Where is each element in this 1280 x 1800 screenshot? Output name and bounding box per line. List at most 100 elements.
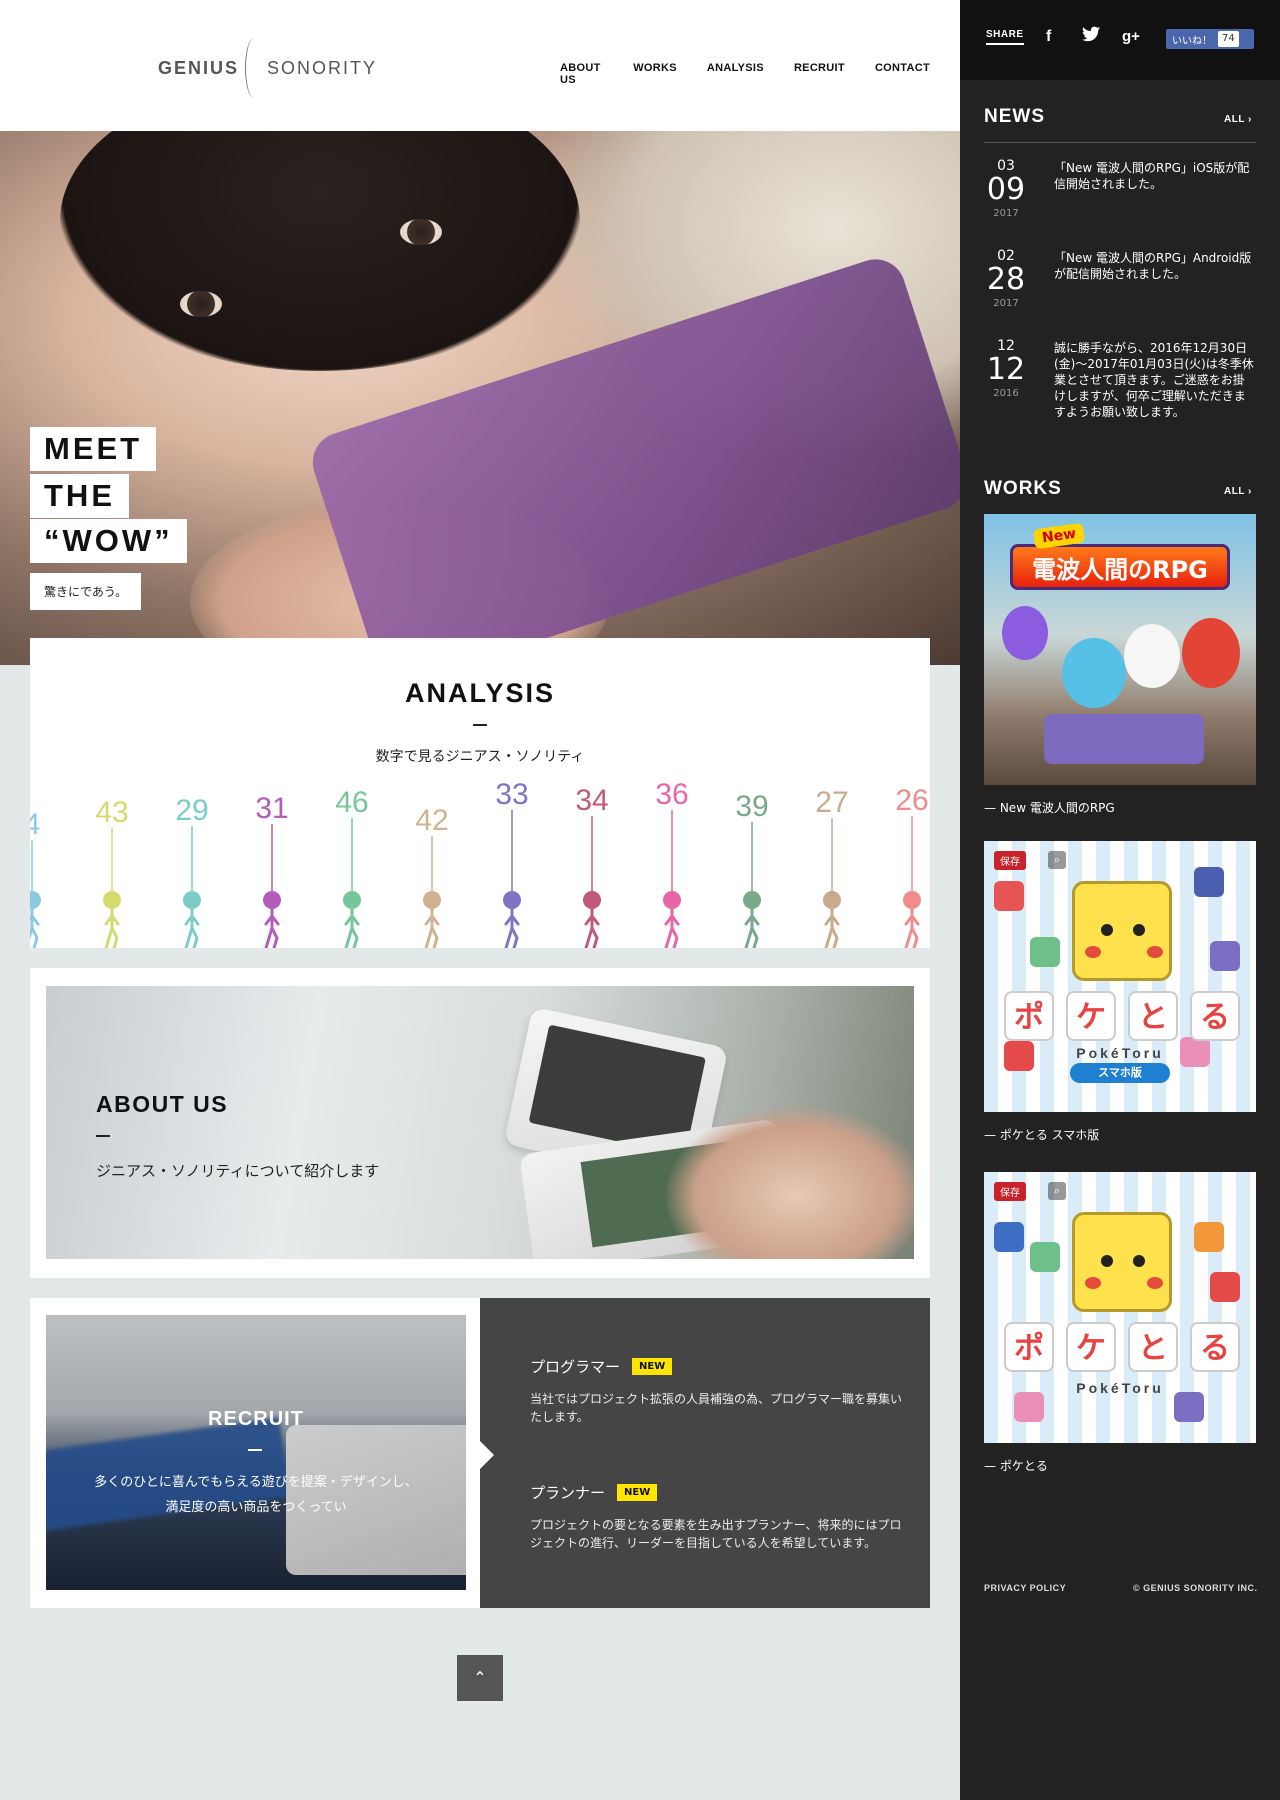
recruit-jobs-panel: プログラマー NEW 当社ではプロジェクト拡張の人員補強の為、プログラマー職を募集… [480,1298,930,1608]
work-item-denpa-rpg[interactable]: 電波人間のRPG New — New 電波人間のRPG [984,514,1256,816]
lens-icon[interactable]: ⌕ [1048,851,1066,869]
figure-body [424,907,440,948]
figure-head [263,891,281,909]
news-date: 03 09 2017 [984,158,1028,219]
news-day: 12 [986,352,1026,387]
new-badge: NEW [617,1484,658,1501]
facebook-like-button[interactable]: いいね！ 74 [1166,29,1254,49]
analysis-figure: 39 [735,790,769,948]
figure-body [664,907,680,948]
logo-kana: ケ [1066,1322,1116,1372]
analysis-figure: 46 [335,786,369,948]
work-item-poketoru[interactable]: ポ ケ と る PokéToru 保存 ⌕ — ポケとる [984,1172,1256,1474]
analysis-dash [473,724,487,726]
figure-value: 46 [335,786,368,819]
figure-value: 39 [735,790,768,823]
analysis-section[interactable]: ANALYSIS 数字で見るジニアス・ソノリティ 4 43 29 31 46 42 33 34… [30,638,930,948]
nav-recruit[interactable]: RECRUIT [794,62,845,86]
news-year: 2017 [993,208,1019,219]
work-thumbnail: 電波人間のRPG New [984,514,1256,785]
twitter-icon[interactable] [1082,26,1100,47]
work-item-poketoru-sumaho[interactable]: ポ ケ と る PokéToru スマホ版 保存 ⌕ — ポケとる スマホ版 [984,841,1256,1143]
hero-tag-line-2: THE [30,474,129,518]
recruit-title: RECRUIT [208,1408,304,1430]
figure-body [344,907,360,948]
lens-icon[interactable]: ⌕ [1048,1182,1066,1200]
work-caption: New 電波人間のRPG [999,801,1115,815]
job-listing-planner[interactable]: プランナー NEW プロジェクトの要となる要素を生み出すプランナー、将来的にはプロ… [530,1482,910,1552]
figure-value: 33 [495,778,528,811]
about-section[interactable]: ABOUT US ジニアス・ソノリティについて紹介します [30,968,930,1278]
analysis-figure: 4 [30,808,41,948]
logo-kana: と [1128,991,1178,1041]
news-day: 28 [986,262,1026,297]
work-thumbnail: ポ ケ と る PokéToru スマホ版 保存 ⌕ [984,841,1256,1112]
logo-word-genius: GENIUS [158,57,240,78]
figure-head [743,891,761,909]
figure-head [823,891,841,909]
copyright: © GENIUS SONORITY INC. [1133,1583,1258,1593]
figure-head [423,891,441,909]
job-title: プランナー [530,1484,606,1502]
analysis-figure: 42 [415,804,449,948]
hero-hair-shape [60,131,580,371]
main-nav: ABOUT US WORKS ANALYSIS RECRUIT CONTACT [560,62,960,86]
nav-works[interactable]: WORKS [633,62,677,86]
works-all-link[interactable]: ALL › [1224,486,1252,497]
privacy-policy-link[interactable]: PRIVACY POLICY [984,1583,1066,1593]
recruit-dash [248,1449,262,1451]
about-title: ABOUT US [96,1091,229,1117]
back-to-top-button[interactable]: ⌃ [457,1655,503,1701]
logo-kana: る [1190,1322,1240,1372]
figure-head [663,891,681,909]
nav-about-us[interactable]: ABOUT US [560,62,603,86]
nav-contact[interactable]: CONTACT [875,62,930,86]
recruit-photo[interactable] [46,1315,466,1590]
analysis-figure: 26 [895,784,929,948]
figure-body [184,907,200,948]
works-all-label: ALL [1224,486,1245,497]
figure-body [744,907,760,948]
logo-arc [245,38,263,98]
poketoru-brand: PokéToru [1076,1045,1164,1061]
figure-value: 29 [175,794,208,827]
pinterest-save-button[interactable]: 保存 [994,851,1026,870]
news-year: 2017 [993,298,1019,309]
news-all-label: ALL [1224,114,1245,125]
google-plus-icon[interactable]: g+ [1122,28,1140,45]
job-listing-programmer[interactable]: プログラマー NEW 当社ではプロジェクト拡張の人員補強の為、プログラマー職を募集… [530,1356,910,1426]
logo-kana: ケ [1066,991,1116,1041]
logo-word-sonority: SONORITY [267,57,378,78]
recruit-section: RECRUIT 多くのひとに喜んでもらえる遊びを提案・デザインし、 満足度の高い… [30,1298,930,1608]
hero-eye [400,219,442,245]
logo-kana: ポ [1004,1322,1054,1372]
news-date: 12 12 2016 [984,338,1028,399]
analysis-figure: 36 [655,778,689,948]
figure-body [30,907,40,948]
figure-value: 34 [575,784,608,817]
figure-head [903,891,921,909]
edition-badge: スマホ版 [1070,1063,1170,1083]
hero-tag-line-1: MEET [30,427,157,471]
news-text: 「New 電波人間のRPG」iOS版が配信開始されました。 [1054,161,1250,191]
pikachu-illustration [1072,881,1172,981]
news-year: 2016 [993,388,1019,399]
about-subtitle: ジニアス・ソノリティについて紹介します [96,1162,380,1180]
news-text: 「New 電波人間のRPG」Android版が配信開始されました。 [1054,251,1252,281]
divider [984,142,1256,143]
analysis-figure: 27 [815,786,849,948]
figure-body [824,907,840,948]
job-title: プログラマー [530,1358,621,1376]
news-all-link[interactable]: ALL › [1224,114,1252,125]
pinterest-save-button[interactable]: 保存 [994,1182,1026,1201]
work-caption: ポケとる [999,1459,1048,1473]
facebook-icon[interactable]: f [1046,28,1051,46]
site-logo[interactable]: GENIUS SONORITY [158,38,377,98]
news-text: 誠に勝手ながら、2016年12月30日(金)〜2017年01月03日(火)は冬季… [1054,341,1254,419]
nav-analysis[interactable]: ANALYSIS [707,62,764,86]
about-dash [96,1135,110,1137]
figure-head [583,891,601,909]
hero-image [0,131,960,665]
analysis-figure: 43 [95,796,129,948]
hero-eye [180,291,222,317]
